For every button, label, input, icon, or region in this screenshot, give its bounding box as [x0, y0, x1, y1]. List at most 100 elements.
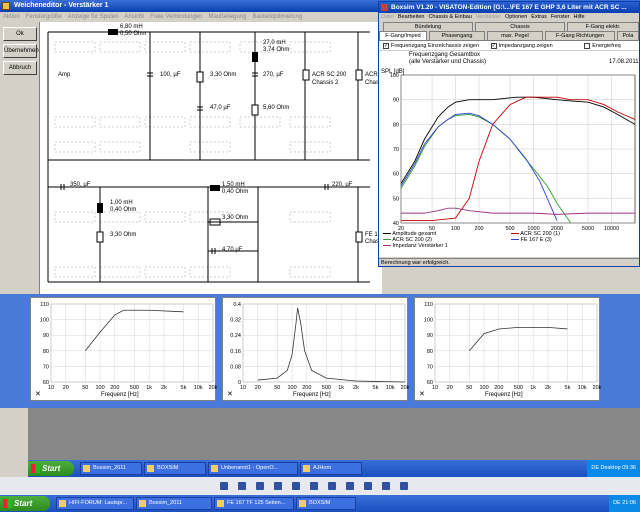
x-tick-label: 100: [451, 226, 460, 232]
boxsim-icon-2: [299, 500, 306, 507]
minigraph-y-tick: 0.4: [233, 302, 241, 308]
menu-hilfe[interactable]: Hilfe: [574, 14, 585, 20]
tab-buendelung[interactable]: Bündelung: [383, 22, 473, 31]
tab-max-pegel[interactable]: max. Pegel: [487, 31, 543, 40]
checkbox-impedanz[interactable]: ✓: [490, 42, 497, 49]
menu-masseilegung[interactable]: Maußeilegung: [208, 14, 246, 20]
minigraph-y-tick: 0.32: [230, 318, 241, 324]
menu-fenster[interactable]: Fenster: [551, 14, 570, 20]
minigraph-x-tick: 2k: [353, 385, 359, 391]
minigraph-3-xlabel: Frequenz [Hz]: [485, 392, 523, 398]
close-icon: ✕: [35, 391, 41, 398]
schematic-canvas[interactable]: Amp 6,80 mH 0,50 Ohm 100, µF 3,30 Ohm 47…: [40, 22, 382, 294]
boxsim-menu-bar: Datei Bearbeiten Chassis & Einbau Verstärke…: [379, 13, 639, 22]
menu-chassis-einbau[interactable]: Chassis & Einbau: [428, 14, 471, 20]
menu-anzeige-spulen[interactable]: Anzeige für Spulen: [68, 14, 119, 20]
inner-task-openoffice[interactable]: Unbenannt1 - OpenO...: [208, 462, 298, 475]
minigraph-x-tick: 10k: [386, 385, 395, 391]
menu-datei[interactable]: Datei: [381, 14, 394, 20]
app-icon: [2, 2, 10, 10]
windows-flag-icon: [31, 464, 40, 473]
boxsim-window: Boxsim V1.20 - VISATON-Edition [G:\...\F…: [378, 1, 640, 267]
minigraph-x-tick: 10: [432, 385, 438, 391]
l4-res-label: 0,40 Ohm: [222, 189, 249, 195]
uebernehmen-button[interactable]: Übernehmen: [3, 44, 39, 58]
tab-fgang-imped[interactable]: F-Gang/Imped: [379, 31, 427, 40]
outer-task-hififorum[interactable]: HIFI-FORUM: Lautspr...: [56, 497, 134, 510]
close-icon: ✕: [419, 391, 425, 398]
inner-system-tray: DE Desktop 09:36: [587, 460, 640, 477]
menu-optionen[interactable]: Optionen: [505, 14, 527, 20]
x-tick-label: 200: [474, 226, 483, 232]
empty-workspace: [28, 408, 640, 460]
outer-task-fe167[interactable]: FE 167 TF 125 Seiten...: [214, 497, 294, 510]
abbruch-button[interactable]: Abbruch: [3, 61, 37, 75]
minigraph-amplitude-2: 110 100 90 80 70 60 10 20 50 100 200 500 1k 2k 5k 10k 20…: [414, 297, 602, 401]
tab-chassis[interactable]: Chassis: [475, 22, 565, 31]
minigraph-y-tick: 0.24: [230, 333, 241, 339]
y-tick-label: 60: [393, 172, 399, 178]
minigraph-x-tick: 2k: [161, 385, 167, 391]
minigraph-x-tick: 10k: [578, 385, 587, 391]
minigraph-frame: [434, 303, 598, 383]
legend-impedanz: Impedanz Verstärker 1: [383, 243, 448, 249]
minigraph-y-tick: 80: [427, 349, 433, 355]
minigraph-x-tick: 200: [494, 385, 503, 391]
editor-button-panel: Ok Übernehmen Abbruch: [0, 22, 40, 294]
menu-ansicht[interactable]: Ansicht: [124, 14, 144, 20]
minigraph-x-tick: 20: [447, 385, 453, 391]
menu-bearbeiten[interactable]: Bearbeiten: [398, 14, 425, 20]
l1-res-label: 0,50 Ohm: [120, 31, 147, 37]
boxsim-status-bar: Berechnung war erfolgreich.: [379, 258, 639, 267]
tab-fgang-richtungen[interactable]: F-Gang Richtungen: [545, 31, 615, 40]
inner-start-button[interactable]: Start: [28, 461, 74, 476]
tab-phasengang[interactable]: Phasengang: [429, 31, 485, 40]
l3-label: 1,00 mH: [110, 200, 133, 206]
minigraph-x-tick: 20k: [209, 385, 217, 391]
minigraph-y-tick: 110: [424, 302, 433, 308]
boxsim-title-bar: Boxsim V1.20 - VISATON-Edition [G:\...\F…: [379, 2, 639, 13]
menu-extras[interactable]: Extras: [531, 14, 547, 20]
minigraph-x-tick: 10: [48, 385, 54, 391]
menu-verstaerker[interactable]: Verstärker: [476, 14, 501, 20]
tab-fgang-elektr[interactable]: F-Gang elektr.: [567, 22, 639, 31]
minigraph-x-tick: 100: [287, 385, 296, 391]
menu-aktion[interactable]: Aktion: [3, 14, 20, 20]
outer-task-boxsim2011[interactable]: Boxsim_2011: [136, 497, 212, 510]
editor-menu-bar: Aktion Fenstergröße Anzeige für Spulen Ansi…: [0, 12, 380, 22]
menu-fenstergroesse[interactable]: Fenstergröße: [26, 14, 62, 20]
outer-task-boxsim[interactable]: BOXSIM: [296, 497, 356, 510]
inner-task-boxsim2011[interactable]: Boxsim_2011: [80, 462, 142, 475]
c6-label: 220, µF: [332, 182, 353, 188]
outer-start-button[interactable]: Start: [0, 496, 50, 511]
menu-bauteiloptimierung[interactable]: Bauteiloptimierung: [253, 14, 303, 20]
close-icon: ✕: [227, 391, 233, 398]
inner-task-ajhorn[interactable]: AJHorn: [300, 462, 362, 475]
y-tick-label: 70: [393, 147, 399, 153]
inner-task-boxsim[interactable]: BOXSIM: [144, 462, 206, 475]
c1-label: 100, µF: [160, 72, 181, 78]
menu-freie-verbindungen[interactable]: Freie Verbindungen: [150, 14, 202, 20]
checkbox-einzelchassis-label: Frequenzgang Einzelchassis zeigen: [391, 43, 480, 49]
document-icon-2: [217, 500, 224, 507]
fe-label: FE 1: [365, 232, 378, 238]
tab-pola[interactable]: Pola: [617, 31, 639, 40]
boxsim-options-row: ✓ Frequenzgang Einzelchassis zeigen ✓ Impe…: [379, 40, 639, 50]
checkbox-energiefreq-label: Energiefreq: [592, 43, 621, 49]
minigraph-x-tick: 5k: [181, 385, 187, 391]
l1-label: 6,80 mH: [120, 24, 143, 30]
ok-button[interactable]: Ok: [3, 27, 37, 41]
minigraph-y-tick: 70: [43, 364, 49, 370]
checkbox-einzelchassis[interactable]: ✓: [383, 42, 389, 49]
media-player-bar: [0, 477, 640, 495]
checkbox-energiefreq[interactable]: [584, 42, 591, 49]
minigraph-x-tick: 500: [130, 385, 139, 391]
minigraph-amplitude-1: 110 100 90 80 70 60 10 20 50 100 200 500 1k 2k 5k 10k 20…: [30, 297, 218, 401]
c4-label: 350, µF: [70, 182, 91, 188]
y-tick-label: 90: [393, 98, 399, 104]
folder-icon-2: [139, 500, 146, 507]
document-icon: [211, 465, 218, 472]
minigraph-y-tick: 110: [40, 302, 49, 308]
r4-label: 3,30 Ohm: [222, 215, 249, 221]
minigraph-x-tick: 1k: [530, 385, 536, 391]
